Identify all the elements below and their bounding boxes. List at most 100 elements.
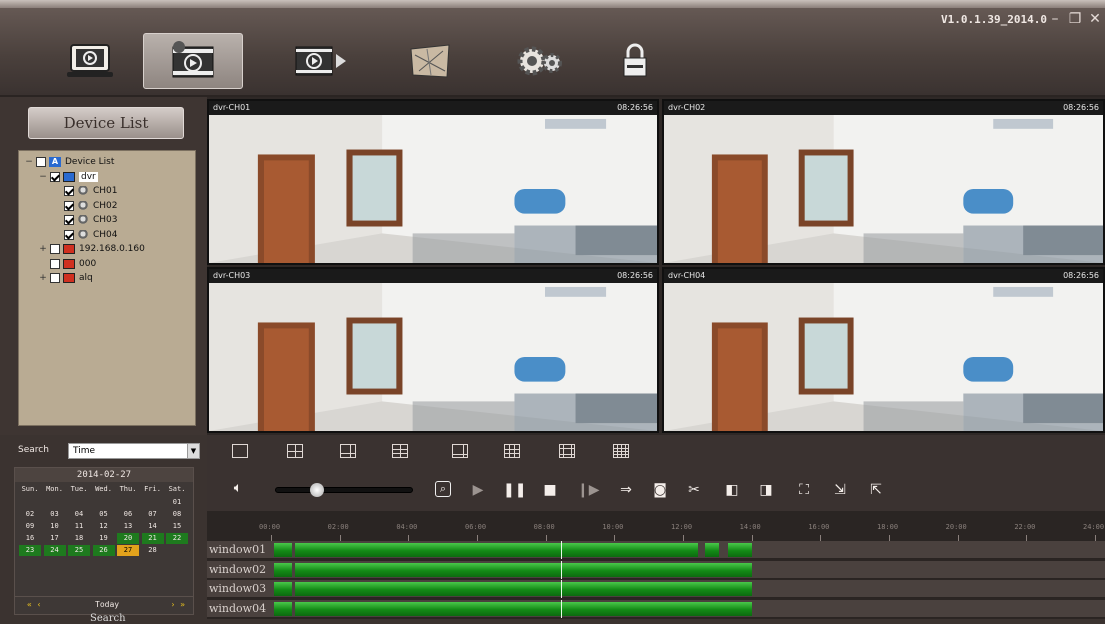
calendar-day[interactable]: 15	[166, 521, 188, 532]
expand-icon[interactable]: +	[39, 244, 47, 254]
timeline-track[interactable]: window02	[207, 560, 1105, 579]
calendar-day[interactable]: 22	[166, 533, 188, 544]
tree-item[interactable]: CH04	[53, 228, 118, 242]
layout-1plus7-icon[interactable]	[392, 444, 408, 458]
calendar-day[interactable]: 03	[44, 509, 66, 520]
layout-4x4-icon[interactable]	[613, 444, 629, 458]
video-window-2[interactable]: dvr-CH02 08:26:56	[662, 99, 1105, 265]
recording-segment[interactable]	[295, 582, 752, 596]
timeline-track[interactable]: window01	[207, 541, 1105, 559]
map-button[interactable]	[380, 33, 480, 89]
layout-1plus3-icon[interactable]	[452, 444, 468, 458]
calendar-day[interactable]: 10	[44, 521, 66, 532]
calendar-day[interactable]: 19	[93, 533, 115, 544]
calendar-day[interactable]: 21	[141, 533, 164, 544]
video-window-3[interactable]: dvr-CH03 08:26:56	[207, 267, 659, 433]
calendar-day[interactable]: 02	[19, 509, 41, 520]
recording-segment[interactable]	[274, 582, 292, 596]
calendar-day[interactable]: 25	[68, 545, 90, 556]
playhead-marker[interactable]	[561, 541, 563, 559]
tree-item[interactable]: + alq	[39, 271, 93, 285]
export-file-icon[interactable]: ⇱	[867, 481, 885, 499]
calendar-day[interactable]: 23	[19, 545, 41, 556]
timeline-track[interactable]: window04	[207, 599, 1105, 618]
calendar-day[interactable]: 11	[68, 521, 90, 532]
tree-item[interactable]: CH02	[53, 199, 118, 213]
calendar-day[interactable]: 13	[117, 521, 139, 532]
expand-icon[interactable]: +	[39, 273, 47, 283]
tree-checkbox[interactable]	[50, 171, 60, 182]
fullscreen-icon[interactable]: ⛶	[795, 481, 813, 499]
calendar-day[interactable]: 07	[142, 509, 164, 520]
snapshot-icon[interactable]: ◙	[651, 481, 669, 499]
recording-segment[interactable]	[295, 601, 752, 616]
video-window-1[interactable]: dvr-CH01 08:26:56	[207, 99, 659, 265]
recording-segment[interactable]	[274, 543, 292, 557]
collapse-icon[interactable]: −	[25, 157, 33, 167]
calendar-day[interactable]: 28	[142, 545, 164, 556]
calendar-day[interactable]: 26	[92, 545, 115, 556]
tree-item[interactable]: − A Device List	[25, 155, 114, 169]
playhead-marker[interactable]	[561, 580, 563, 598]
device-list-header[interactable]: Device List	[28, 107, 184, 139]
playback-button[interactable]	[143, 33, 243, 89]
layout-3x3-icon[interactable]	[504, 444, 520, 458]
close-icon[interactable]: ✕	[1085, 10, 1105, 28]
layout-1plus12-icon[interactable]	[559, 444, 575, 458]
pause-icon[interactable]: ❚❚	[503, 481, 526, 499]
tree-checkbox[interactable]	[50, 258, 60, 269]
calendar-day[interactable]: 09	[19, 521, 41, 532]
layout-1x1-icon[interactable]	[232, 444, 248, 458]
clip-start-icon[interactable]: ◧	[723, 481, 741, 499]
rewind-icon[interactable]: ⇒	[617, 481, 635, 499]
volume-slider-thumb[interactable]	[310, 483, 324, 497]
search-type-select[interactable]: Time ▼	[68, 443, 200, 459]
lock-button[interactable]	[585, 33, 685, 89]
stop-icon[interactable]: ■	[541, 481, 559, 499]
play-icon[interactable]: ▶	[469, 481, 487, 499]
mute-icon[interactable]: 🔈︎	[229, 479, 247, 497]
tree-item[interactable]: 000	[39, 257, 96, 271]
import-icon[interactable]: ⇲	[831, 481, 849, 499]
calendar-day[interactable]: 17	[44, 533, 66, 544]
volume-slider[interactable]	[275, 483, 413, 497]
search-zoom-icon[interactable]: ⌕	[435, 481, 451, 497]
live-view-button[interactable]	[40, 33, 140, 89]
collapse-icon[interactable]: −	[39, 172, 47, 182]
recording-segment[interactable]	[274, 562, 292, 577]
tree-checkbox[interactable]	[50, 244, 60, 254]
calendar-day[interactable]: 20	[117, 533, 139, 544]
recording-segment[interactable]	[274, 601, 292, 616]
tree-checkbox[interactable]	[64, 186, 74, 196]
clip-scissors-icon[interactable]: ✂	[685, 481, 703, 499]
tree-item[interactable]: − dvr	[39, 170, 98, 184]
restore-icon[interactable]: ❐	[1065, 10, 1085, 28]
tree-item[interactable]: CH03	[53, 213, 118, 227]
recording-segment[interactable]	[295, 543, 699, 557]
tree-checkbox[interactable]	[64, 200, 74, 211]
tree-checkbox[interactable]	[50, 273, 60, 283]
calendar-day[interactable]: 18	[68, 533, 90, 544]
calendar-day[interactable]: 01	[166, 497, 188, 508]
calendar-day[interactable]: 08	[166, 509, 188, 520]
clip-end-icon[interactable]: ◨	[757, 481, 775, 499]
video-window-4[interactable]: dvr-CH04 08:26:56	[662, 267, 1105, 433]
calendar-next-button[interactable]: › »	[171, 600, 185, 609]
calendar-day[interactable]: 04	[68, 509, 90, 520]
calendar-day[interactable]: 05	[93, 509, 115, 520]
layout-1plus5-icon[interactable]	[340, 444, 356, 458]
calendar-day[interactable]: 06	[117, 509, 139, 520]
calendar-day[interactable]: 27	[117, 545, 139, 556]
calendar-today-button[interactable]: Today	[95, 600, 119, 609]
step-forward-icon[interactable]: ❙▶	[577, 481, 600, 499]
timeline-track[interactable]: window03	[207, 580, 1105, 598]
recording-segment[interactable]	[295, 562, 752, 577]
calendar-day[interactable]: 24	[43, 545, 66, 556]
settings-button[interactable]	[490, 33, 590, 89]
calendar-prev-button[interactable]: « ‹	[27, 600, 41, 609]
tree-item[interactable]: CH01	[53, 184, 118, 198]
tree-checkbox[interactable]	[64, 229, 74, 240]
minimize-icon[interactable]: –	[1045, 10, 1065, 28]
playhead-marker[interactable]	[561, 560, 563, 579]
tree-checkbox[interactable]	[36, 157, 46, 167]
